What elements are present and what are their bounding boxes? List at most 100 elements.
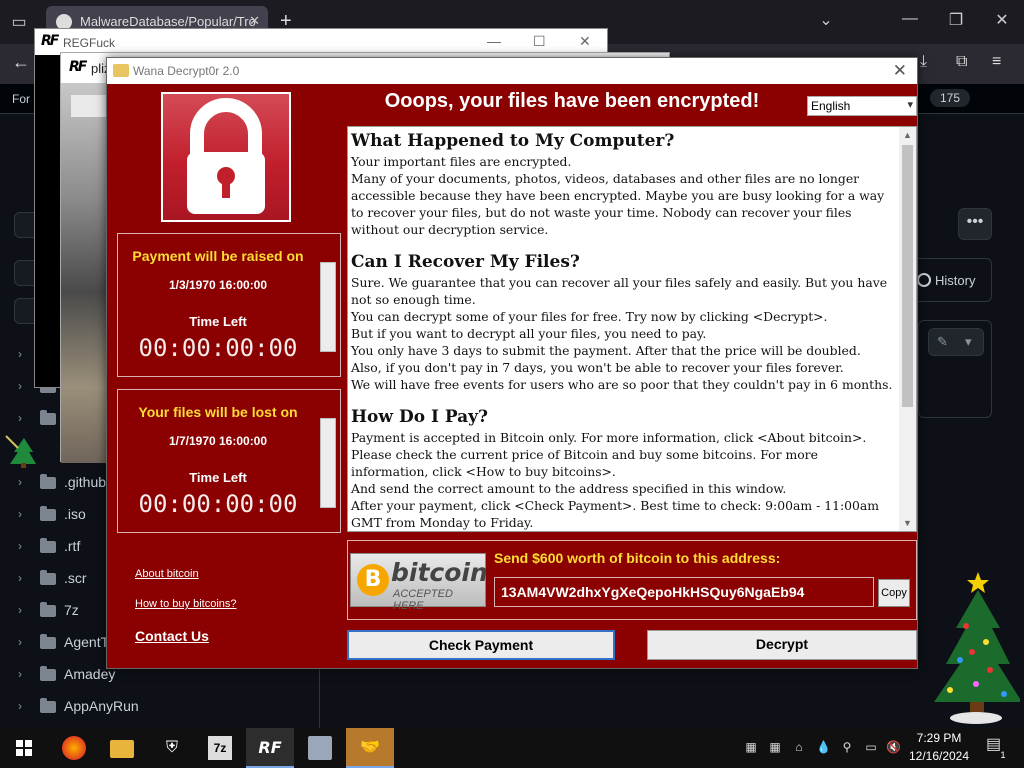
tray-app-icon[interactable]: ▦ — [744, 740, 758, 754]
bitcoin-accepted-logo: B bitcoin ACCEPTED HERE — [350, 553, 488, 612]
back-arrow-icon[interactable]: ← — [12, 52, 30, 73]
tree-item-label: AgentT — [64, 634, 110, 650]
about-bitcoin-link[interactable]: About bitcoin — [135, 568, 199, 580]
bitcoin-logo-word: bitcoin — [391, 558, 488, 587]
tree-item-label: AppAnyRun — [64, 698, 139, 714]
7zip-taskbar-item[interactable]: 7z — [196, 728, 244, 768]
tray-search-icon[interactable]: ⚲ — [840, 740, 854, 754]
wannacry-taskbar-item[interactable]: 🤝 — [346, 728, 394, 768]
extensions-icon[interactable]: ⧉ — [956, 53, 967, 71]
tab-list-icon[interactable]: ▭ — [8, 12, 30, 34]
chevron-right-icon: › — [18, 507, 22, 521]
download-icon[interactable]: ⤓ — [920, 53, 927, 71]
tree-item-label: 7z — [64, 602, 79, 618]
paragraph: Sure. We guarantee that you can recover … — [351, 275, 888, 307]
decrypt-button[interactable]: Decrypt — [647, 630, 917, 660]
contact-us-link[interactable]: Contact Us — [135, 628, 209, 644]
maximize-icon[interactable]: ☐ — [533, 33, 546, 50]
history-button[interactable]: History — [906, 258, 992, 302]
vertical-scrollbar[interactable]: ▲ ▼ — [899, 127, 916, 531]
paragraph: Please check the current price of Bitcoi… — [351, 447, 818, 479]
notification-count: 1 — [1000, 750, 1006, 760]
file-explorer-taskbar-item[interactable] — [98, 728, 146, 768]
chevron-right-icon: › — [18, 411, 22, 425]
close-icon[interactable]: ✕ — [893, 61, 907, 81]
close-icon[interactable]: ✕ — [579, 33, 591, 50]
paragraph: But if you want to decrypt all your file… — [351, 326, 707, 341]
main-heading: Ooops, your files have been encrypted! — [384, 90, 760, 112]
chevron-right-icon: › — [18, 603, 22, 617]
padlock-icon — [187, 98, 265, 214]
tray-display-icon[interactable]: ▭ — [864, 740, 878, 754]
folder-icon — [40, 474, 56, 489]
paragraph: You only have 3 days to submit the payme… — [351, 343, 861, 358]
chevron-right-icon: › — [18, 635, 22, 649]
files-lost-date: 1/7/1970 16:00:00 — [168, 434, 268, 448]
wannacry-title-bar[interactable]: Wana Decrypt0r 2.0 ✕ — [107, 58, 917, 84]
chevron-down-icon[interactable]: ▾ — [965, 334, 972, 350]
check-payment-button[interactable]: Check Payment — [347, 630, 615, 660]
restore-icon[interactable]: ❐ — [944, 10, 968, 30]
files-lost-header: Your files will be lost on — [138, 404, 298, 420]
how-to-buy-link[interactable]: How to buy bitcoins? — [135, 598, 237, 610]
scroll-up-icon[interactable]: ▲ — [899, 127, 916, 143]
regfuck-taskbar-item[interactable]: RF — [246, 728, 294, 768]
folder-icon — [40, 634, 56, 649]
scroll-down-icon[interactable]: ▼ — [899, 515, 916, 531]
chevron-down-icon[interactable]: ⌄ — [814, 10, 838, 30]
tray-app-icon[interactable]: ▦ — [768, 740, 782, 754]
countdown-timer: 00:00:00:00 — [138, 490, 298, 518]
folder-icon — [40, 570, 56, 585]
taskbar: ⛨ 7z RF 🤝 ▦ ▦ ⌂ 💧 ⚲ ▭ 🔇 ▤ 1 — [0, 728, 1024, 768]
more-options-button[interactable]: ••• — [958, 208, 992, 240]
clock-time[interactable]: 7:29 PM — [904, 731, 974, 745]
menu-icon[interactable]: ≡ — [992, 53, 1001, 71]
bitcoin-address-field[interactable]: 13AM4VW2dhxYgXeQepoHkHSQuy6NgaEb94 — [494, 577, 874, 607]
bitcoin-icon: B — [357, 564, 389, 596]
app-taskbar-item[interactable] — [296, 728, 344, 768]
files-lost-box: Your files will be lost on 1/7/1970 16:0… — [117, 389, 341, 533]
close-window-icon[interactable]: ✕ — [990, 10, 1014, 30]
chevron-down-icon: ▾ — [907, 99, 913, 111]
tray-network-icon[interactable]: ⌂ — [792, 740, 806, 754]
repo-count-badge: 175 — [930, 89, 971, 107]
instructions-panel[interactable]: What Happened to My Computer? Your impor… — [347, 126, 917, 532]
folder-icon — [40, 698, 56, 713]
tree-item-appanyrun[interactable]: › AppAnyRun — [18, 696, 318, 720]
handshake-icon — [113, 64, 129, 77]
chevron-right-icon: › — [18, 379, 22, 393]
clock-date[interactable]: 12/16/2024 — [904, 749, 974, 763]
chevron-right-icon: › — [18, 571, 22, 585]
scroll-thumb[interactable] — [902, 145, 913, 407]
handshake-icon: 🤝 — [360, 739, 380, 756]
firefox-taskbar-item[interactable] — [50, 728, 98, 768]
paragraph: And send the correct amount to the addre… — [351, 481, 787, 496]
folder-icon — [40, 666, 56, 681]
rf-logo-icon: RF — [258, 738, 282, 757]
tab-close-icon[interactable]: ✕ — [249, 13, 260, 29]
padlock-image — [161, 92, 291, 222]
paragraph: We will have free events for users who a… — [351, 377, 893, 392]
accepted-here-text: ACCEPTED HERE — [393, 588, 453, 612]
minimize-icon[interactable]: — — [487, 33, 501, 49]
minimize-icon[interactable]: — — [898, 10, 922, 28]
language-select[interactable]: English ▾ — [807, 96, 917, 116]
section-heading: Can I Recover My Files? — [351, 252, 580, 272]
edit-button[interactable]: ✎ ▾ — [928, 328, 984, 356]
copy-button[interactable]: Copy — [878, 579, 910, 607]
paragraph: GMT from Monday to Friday. — [351, 515, 534, 530]
paragraph: After your payment, click <Check Payment… — [351, 498, 880, 513]
defender-taskbar-item[interactable]: ⛨ — [148, 728, 196, 768]
progress-bar — [320, 418, 336, 508]
start-button[interactable] — [0, 728, 48, 768]
tray-drop-icon[interactable]: 💧 — [816, 740, 831, 754]
section-heading: What Happened to My Computer? — [351, 131, 675, 151]
for-text: For — [12, 92, 30, 106]
language-value: English — [811, 99, 851, 113]
folder-icon — [40, 410, 56, 425]
progress-bar — [320, 262, 336, 352]
volume-muted-icon[interactable]: 🔇 — [886, 740, 901, 754]
tree-item-label: .scr — [64, 570, 87, 586]
tree-item-label: .iso — [64, 506, 86, 522]
countdown-timer: 00:00:00:00 — [138, 334, 298, 362]
